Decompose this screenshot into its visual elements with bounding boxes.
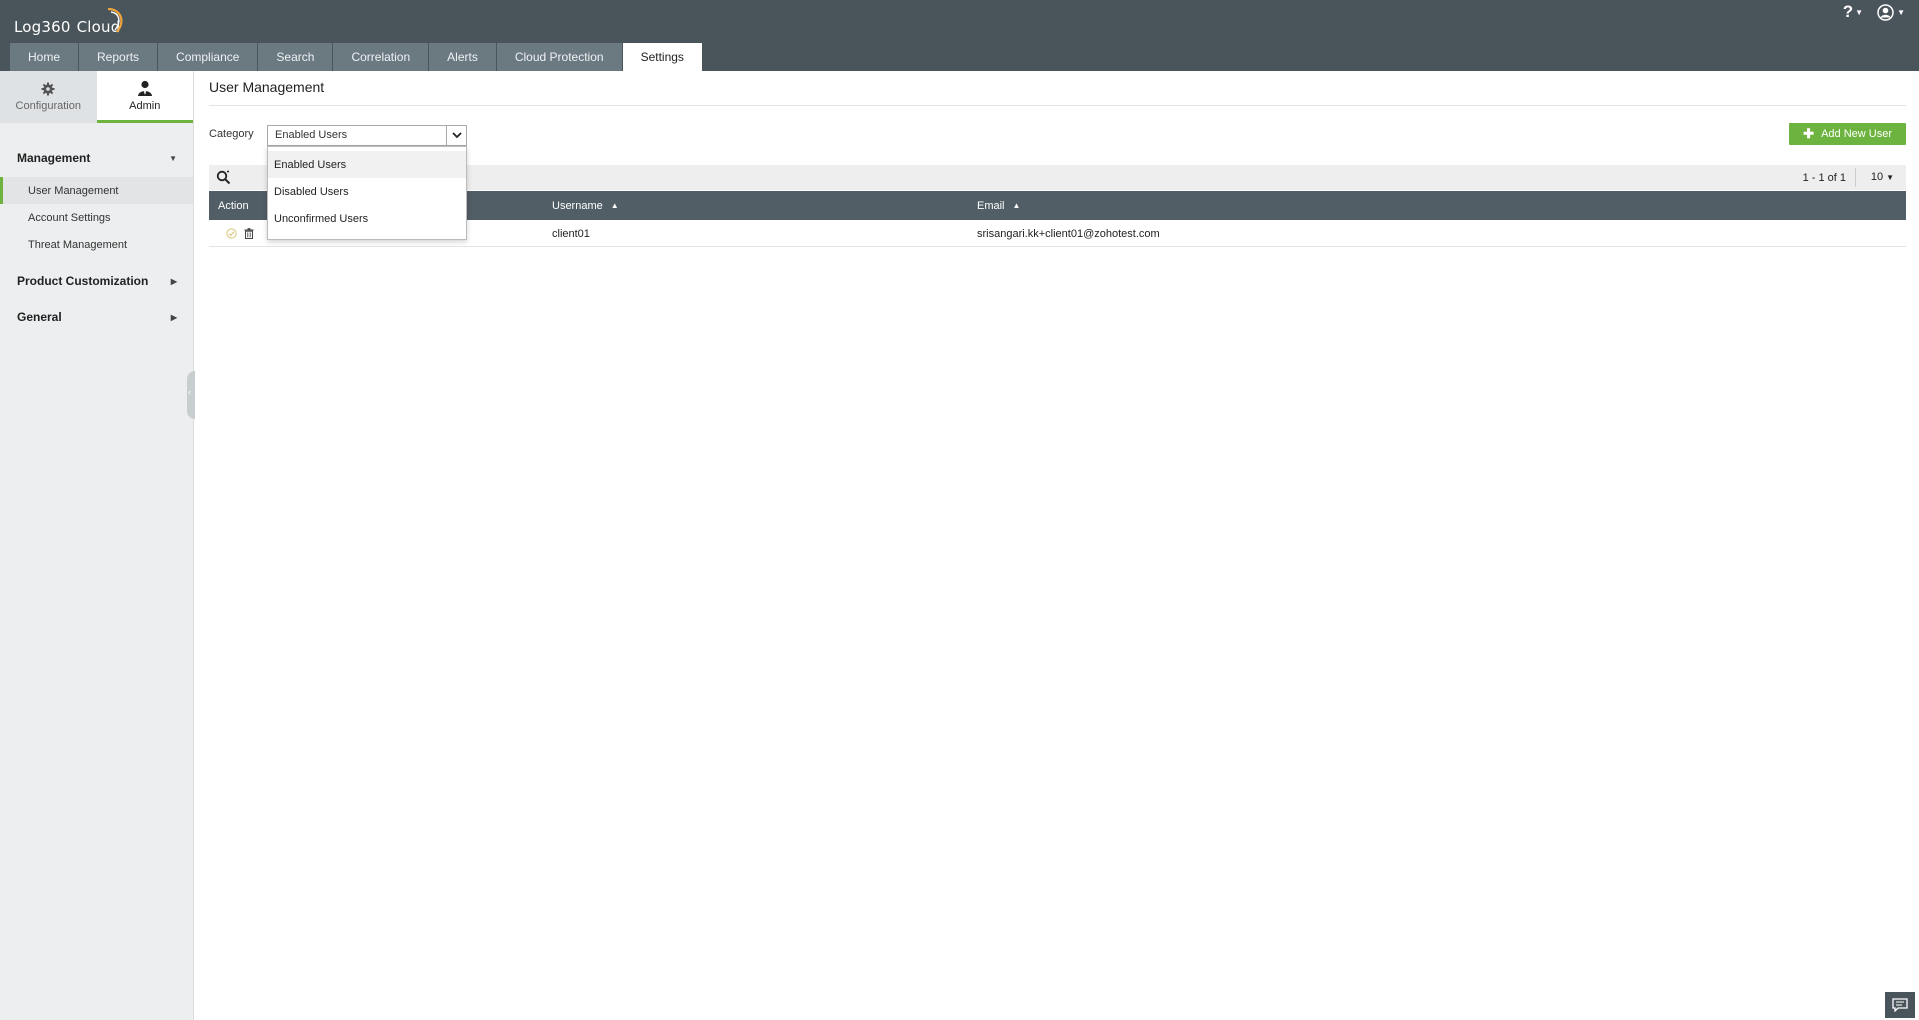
trash-icon[interactable]	[244, 228, 254, 239]
column-email[interactable]: Email ▲	[977, 191, 1020, 220]
gear-icon	[41, 82, 55, 96]
add-new-user-button[interactable]: ✚ Add New User	[1789, 123, 1906, 145]
search-icon[interactable]	[216, 170, 231, 185]
column-username[interactable]: Username ▲	[552, 191, 619, 220]
category-selected-value: Enabled Users	[275, 129, 348, 141]
app-name: Log360	[14, 18, 71, 36]
sidebar-tab-configuration[interactable]: Configuration	[0, 71, 97, 123]
row-actions	[226, 220, 254, 247]
section-title: General	[17, 310, 62, 324]
plus-icon: ✚	[1803, 126, 1815, 141]
tab-correlation[interactable]: Correlation	[333, 43, 429, 71]
chat-icon	[1892, 998, 1908, 1012]
sort-asc-icon: ▲	[610, 201, 619, 210]
sidebar-tab-label: Admin	[129, 99, 161, 112]
per-page-select[interactable]: 10 ▼	[1871, 171, 1894, 183]
help-menu[interactable]: ? ▼	[1843, 2, 1863, 22]
divider	[209, 105, 1906, 106]
dropdown-option-enabled-users[interactable]: Enabled Users	[268, 151, 466, 178]
sidebar-section-product-customization[interactable]: Product Customization ▶	[0, 268, 193, 294]
enable-check-icon[interactable]	[226, 228, 237, 239]
sidebar: Configuration Admin Management ▼ User Ma…	[0, 71, 195, 1020]
app-logo[interactable]: Log360 Cloud	[14, 7, 123, 38]
sidebar-tab-label: Configuration	[15, 100, 81, 112]
tab-alerts[interactable]: Alerts	[429, 43, 496, 71]
caret-right-icon: ▶	[170, 312, 177, 322]
sidebar-section-general[interactable]: General ▶	[0, 304, 193, 330]
user-avatar-icon	[1877, 3, 1894, 21]
cell-email: srisangari.kk+client01@zohotest.com	[977, 227, 1160, 240]
tab-cloud-protection[interactable]: Cloud Protection	[496, 43, 622, 71]
divider	[1855, 168, 1856, 187]
dropdown-option-unconfirmed-users[interactable]: Unconfirmed Users	[268, 205, 466, 232]
dropdown-option-disabled-users[interactable]: Disabled Users	[268, 178, 466, 205]
cell-username: client01	[552, 227, 590, 240]
category-label: Category	[209, 128, 254, 140]
section-title: Product Customization	[17, 274, 149, 288]
user-menu[interactable]: ▼	[1877, 3, 1905, 21]
column-label: Email	[977, 199, 1005, 212]
chat-button[interactable]	[1885, 992, 1915, 1018]
chevron-down-icon: ▼	[1855, 7, 1864, 17]
sidebar-item-user-management[interactable]: User Management	[0, 177, 193, 204]
category-select[interactable]: Enabled Users	[267, 125, 467, 146]
chevron-down-icon[interactable]	[446, 126, 466, 145]
tab-compliance[interactable]: Compliance	[158, 43, 258, 71]
column-label: Action	[218, 199, 249, 212]
caret-down-icon: ▼	[1886, 172, 1894, 182]
help-icon: ?	[1842, 2, 1854, 21]
pagination-range: 1 - 1 of 1	[1802, 172, 1846, 184]
sidebar-item-threat-management[interactable]: Threat Management	[0, 231, 193, 258]
per-page-value: 10	[1870, 171, 1884, 183]
logo-arc-icon	[107, 7, 123, 33]
page-title: User Management	[209, 79, 325, 95]
section-title: Management	[17, 151, 91, 165]
tab-search[interactable]: Search	[258, 43, 333, 71]
sidebar-section-management[interactable]: Management ▼	[0, 147, 193, 169]
caret-right-icon: ▶	[170, 276, 177, 286]
caret-down-icon: ▼	[169, 153, 177, 163]
category-dropdown-menu: Enabled Users Disabled Users Unconfirmed…	[267, 146, 467, 240]
sidebar-tab-admin[interactable]: Admin	[96, 71, 193, 123]
column-label: Username	[552, 199, 603, 212]
tab-settings[interactable]: Settings	[622, 43, 702, 71]
chevron-down-icon: ▼	[1897, 7, 1905, 17]
user-icon	[137, 80, 152, 96]
sort-asc-icon: ▲	[1012, 201, 1021, 210]
tab-reports[interactable]: Reports	[79, 43, 158, 71]
sidebar-item-account-settings[interactable]: Account Settings	[0, 204, 193, 231]
top-header: Log360 Cloud ? ▼ ▼ Home Reports Complian…	[0, 0, 1919, 71]
column-action: Action	[218, 191, 249, 220]
sidebar-collapse-handle[interactable]	[187, 371, 195, 419]
main-nav: Home Reports Compliance Search Correlati…	[10, 43, 703, 71]
add-new-user-label: Add New User	[1821, 128, 1892, 140]
tab-home[interactable]: Home	[10, 43, 79, 71]
